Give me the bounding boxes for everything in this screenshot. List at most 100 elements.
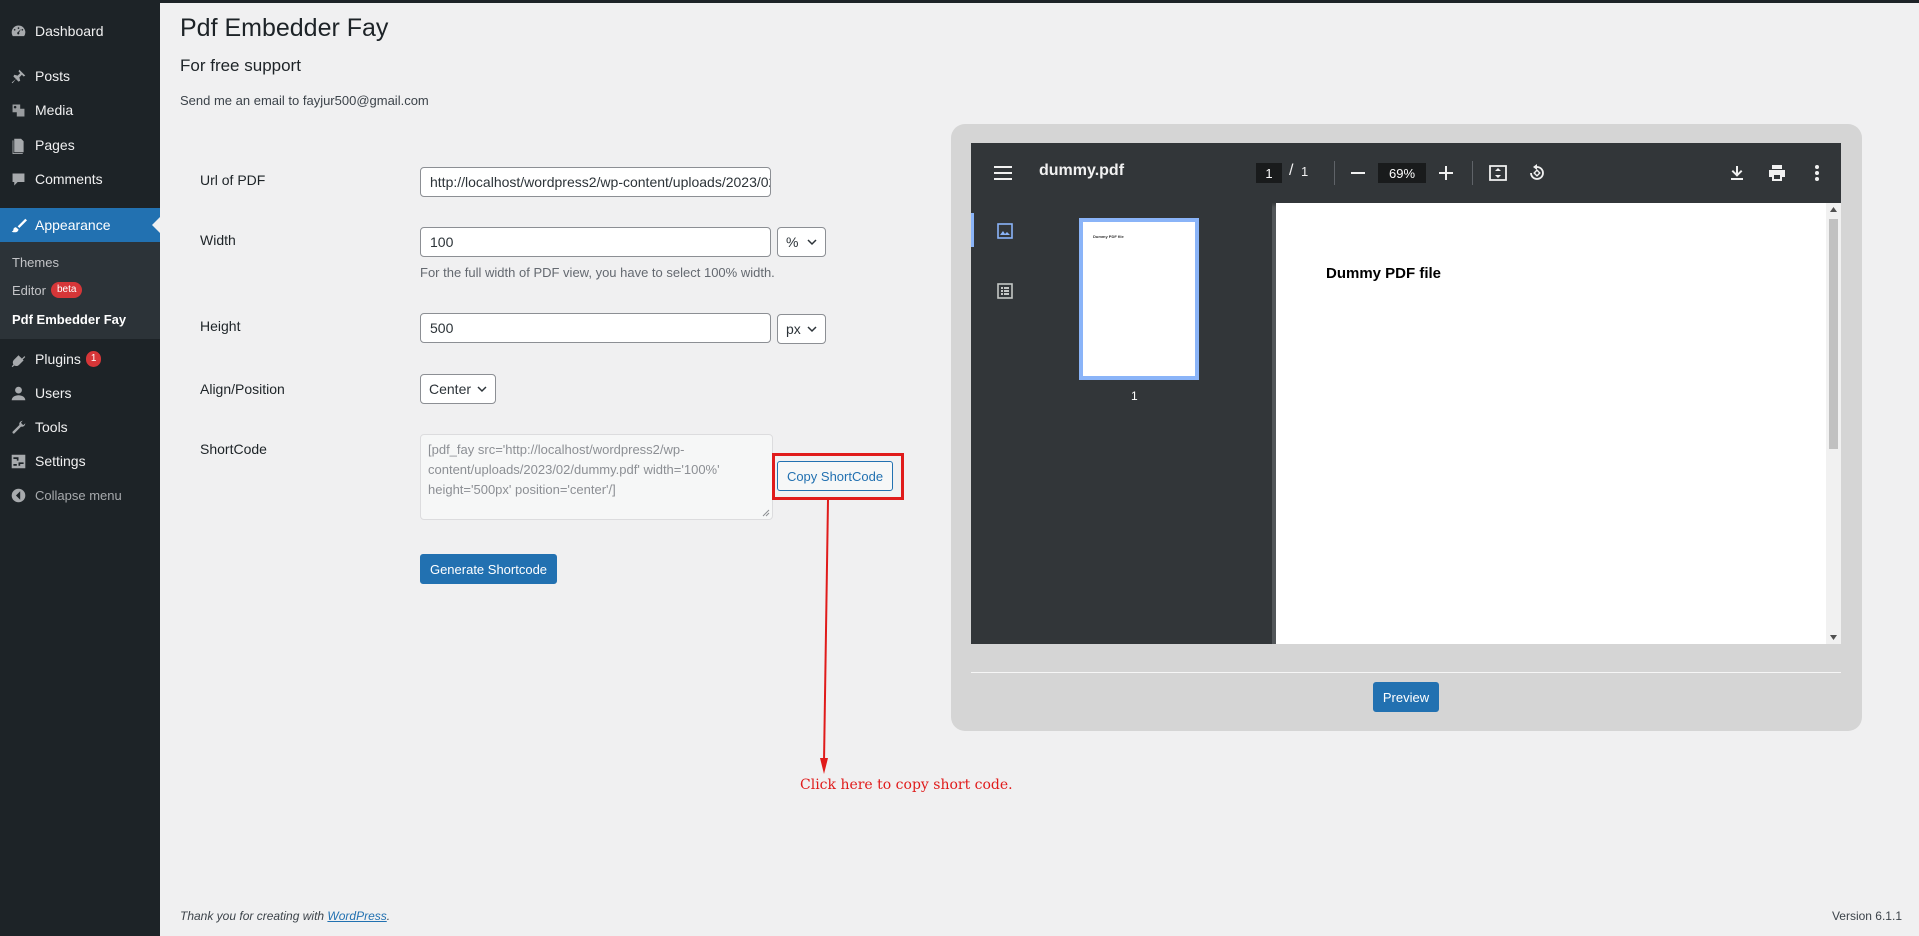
- thumbnail-view-icon[interactable]: [993, 219, 1017, 243]
- copy-shortcode-button[interactable]: Copy ShortCode: [777, 461, 893, 491]
- scroll-up-icon[interactable]: [1830, 207, 1837, 212]
- settings-icon: [9, 452, 27, 470]
- collapse-arrow-icon: [9, 486, 27, 504]
- sidebar-item-media[interactable]: Media: [0, 93, 160, 127]
- footer-thanks-prefix: Thank you for creating with: [180, 909, 328, 923]
- pages-icon: [9, 136, 27, 154]
- submenu-item-pdf-embedder-fay[interactable]: Pdf Embedder Fay: [12, 312, 126, 327]
- resize-grip-icon[interactable]: [762, 509, 770, 517]
- align-position-label: Align/Position: [200, 381, 285, 397]
- viewer-scrollbar[interactable]: [1826, 203, 1841, 644]
- plugins-update-badge: 1: [85, 351, 102, 367]
- url-label: Url of PDF: [200, 172, 266, 188]
- collapse-menu-button[interactable]: Collapse menu: [0, 478, 160, 512]
- shortcode-textarea[interactable]: [pdf_fay src='http://localhost/wordpress…: [420, 434, 773, 520]
- submenu-item-label: Pdf Embedder Fay: [12, 312, 127, 327]
- sidebar-item-label: Appearance: [35, 217, 111, 233]
- sidebar-item-label: Media: [35, 102, 74, 118]
- more-options-icon[interactable]: [1805, 161, 1829, 185]
- sidebar-item-label: Dashboard: [35, 23, 104, 39]
- preview-button[interactable]: Preview: [1373, 682, 1439, 712]
- zoom-out-icon[interactable]: [1346, 161, 1370, 185]
- chevron-down-icon: [807, 326, 817, 333]
- shortcode-label: ShortCode: [200, 441, 267, 457]
- thumbnail-page-number: 1: [1131, 389, 1138, 403]
- scrollbar-thumb[interactable]: [1829, 219, 1838, 449]
- outline-view-icon[interactable]: [993, 279, 1017, 303]
- plugin-icon: [9, 350, 27, 368]
- wrench-icon: [9, 418, 27, 436]
- submenu-item-label: Themes: [12, 255, 59, 270]
- toolbar-divider: [1334, 161, 1335, 185]
- print-icon[interactable]: [1765, 161, 1789, 185]
- width-help-text: For the full width of PDF view, you have…: [420, 265, 775, 280]
- submenu-item-themes[interactable]: Themes: [12, 255, 59, 270]
- sidebar-item-users[interactable]: Users: [0, 376, 160, 410]
- sidebar-item-posts[interactable]: Posts: [0, 59, 160, 93]
- thumbnail-sidebar: Dummy PDF file 1: [971, 203, 1272, 644]
- menu-icon[interactable]: [991, 161, 1015, 185]
- brush-icon: [9, 216, 27, 234]
- width-input[interactable]: 100: [420, 227, 771, 257]
- panel-divider: [971, 672, 1841, 673]
- fit-page-icon[interactable]: [1486, 161, 1510, 185]
- thumbnail-heading: Dummy PDF file: [1093, 234, 1124, 239]
- footer-thanks-suffix: .: [386, 909, 391, 923]
- beta-badge: beta: [50, 282, 83, 298]
- zoom-in-icon[interactable]: [1434, 161, 1458, 185]
- sidebar-item-label: Users: [35, 385, 72, 401]
- zoom-level-input[interactable]: 69%: [1378, 163, 1426, 183]
- page-thumbnail[interactable]: Dummy PDF file: [1079, 218, 1199, 380]
- media-icon: [9, 101, 27, 119]
- sidebar-item-label: Plugins: [35, 351, 81, 367]
- sidebar-item-plugins[interactable]: Plugins 1: [0, 342, 160, 376]
- sidebar-item-appearance[interactable]: Appearance: [0, 208, 160, 242]
- annotation-text: Click here to copy short code.: [800, 777, 1013, 793]
- width-unit-value: %: [786, 234, 799, 250]
- page-separator: /: [1289, 162, 1294, 179]
- width-unit-select[interactable]: %: [777, 227, 826, 257]
- submenu-item-editor[interactable]: Editor beta: [12, 282, 83, 298]
- support-email-text: Send me an email to fayjur500@gmail.com: [180, 93, 429, 108]
- sidebar-item-settings[interactable]: Settings: [0, 444, 160, 478]
- total-pages: 1: [1301, 164, 1309, 179]
- download-icon[interactable]: [1725, 161, 1749, 185]
- chevron-down-icon: [477, 386, 487, 393]
- sidebar-item-label: Comments: [35, 171, 103, 187]
- comment-icon: [9, 170, 27, 188]
- sidebar-item-pages[interactable]: Pages: [0, 128, 160, 162]
- admin-top-bar: [0, 0, 1919, 3]
- pdf-file-name: dummy.pdf: [1039, 162, 1125, 179]
- sidebar-item-comments[interactable]: Comments: [0, 162, 160, 196]
- active-rail-indicator: [971, 213, 974, 247]
- align-position-value: Center: [429, 381, 472, 397]
- chevron-down-icon: [807, 239, 817, 246]
- align-position-select[interactable]: Center: [420, 374, 496, 404]
- sidebar-item-tools[interactable]: Tools: [0, 410, 160, 444]
- footer-version: Version 6.1.1: [1831, 909, 1902, 923]
- user-icon: [9, 384, 27, 402]
- height-unit-select[interactable]: px: [777, 314, 826, 344]
- annotation-arrow: [820, 500, 829, 774]
- appearance-submenu: Themes Editor beta Pdf Embedder Fay: [0, 242, 160, 339]
- height-input[interactable]: 500: [420, 313, 771, 343]
- admin-sidebar: Dashboard Posts Media Pages Comments App…: [0, 0, 160, 936]
- height-unit-value: px: [786, 321, 801, 337]
- submenu-item-label: Editor: [12, 282, 46, 298]
- footer-thanks: Thank you for creating with WordPress.: [180, 909, 390, 923]
- pdf-url-input[interactable]: http://localhost/wordpress2/wp-content/u…: [420, 167, 771, 197]
- pdf-viewer-toolbar: dummy.pdf 1 / 1 69%: [971, 143, 1841, 203]
- pdf-document-heading: Dummy PDF file: [1326, 265, 1442, 282]
- pin-icon: [9, 67, 27, 85]
- rotate-icon[interactable]: [1525, 161, 1549, 185]
- current-page-input[interactable]: 1: [1256, 163, 1282, 183]
- toolbar-divider: [1472, 161, 1473, 185]
- pdf-viewer: dummy.pdf 1 / 1 69% Dummy PDF file 1 Dum…: [971, 143, 1841, 644]
- wordpress-link[interactable]: WordPress: [327, 909, 386, 923]
- pdf-page: Dummy PDF file: [1276, 203, 1836, 644]
- generate-shortcode-button[interactable]: Generate Shortcode: [420, 554, 557, 584]
- sidebar-item-dashboard[interactable]: Dashboard: [0, 14, 160, 48]
- scroll-down-icon[interactable]: [1830, 635, 1837, 640]
- support-heading: For free support: [180, 56, 301, 75]
- collapse-menu-label: Collapse menu: [35, 487, 122, 503]
